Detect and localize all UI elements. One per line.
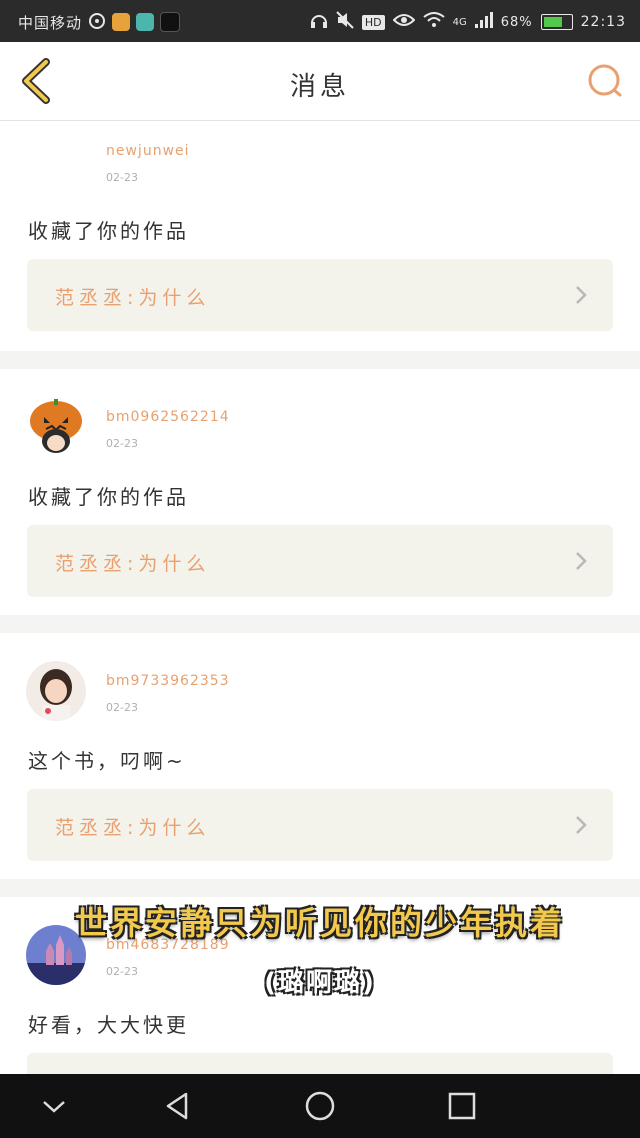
chevron-right-icon	[575, 551, 587, 571]
username[interactable]: bm9733962353	[106, 673, 230, 689]
quoted-work[interactable]: 范丞丞:为什么	[27, 525, 613, 597]
back-triangle-icon[interactable]	[162, 1090, 194, 1122]
video-app-icon	[136, 13, 155, 31]
username[interactable]: bm0962562214	[106, 409, 230, 425]
recents-square-icon[interactable]	[446, 1090, 478, 1122]
wifi-icon	[422, 12, 445, 32]
weibo-icon	[88, 11, 106, 33]
quoted-work-title: 范丞丞:为什么	[55, 553, 211, 575]
username[interactable]: newjunwei	[106, 143, 190, 159]
search-icon[interactable]	[586, 62, 624, 100]
carrier-name: 中国移动	[18, 13, 83, 32]
battery-icon	[540, 14, 573, 30]
message-date: 02-23	[106, 437, 138, 450]
overlay-caption: 世界安静只为听见你的少年执着	[74, 904, 565, 942]
message-text: 收藏了你的作品	[28, 485, 189, 509]
chevron-right-icon	[575, 285, 587, 305]
network-type: 4G	[452, 16, 467, 28]
quoted-work[interactable]: 范丞丞:为什么	[27, 259, 613, 331]
system-nav-bar	[0, 1074, 640, 1138]
overlay-caption-sub: (璐啊璐)	[264, 968, 376, 998]
message-card: bm9733962353 02-23 这个书，叼啊~ 范丞丞:为什么	[0, 633, 640, 879]
message-date: 02-23	[106, 171, 138, 184]
top-nav-bar: 消息	[0, 42, 640, 121]
message-date: 02-23	[106, 701, 138, 714]
clock: 22:13	[580, 14, 626, 30]
quoted-work-title: 范丞丞:为什么	[55, 287, 211, 309]
message-text: 这个书，叼啊~	[28, 749, 186, 773]
chevron-right-icon	[575, 815, 587, 835]
collapse-chevron-icon[interactable]	[38, 1090, 70, 1122]
avatar[interactable]	[26, 397, 86, 457]
avatar[interactable]	[26, 661, 86, 721]
message-card: newjunwei 02-23 收藏了你的作品 范丞丞:为什么	[0, 121, 640, 351]
quoted-work-title: 范丞丞:为什么	[55, 817, 211, 839]
message-text: 收藏了你的作品	[28, 219, 189, 243]
eye-icon	[392, 12, 416, 32]
tiktok-icon	[160, 12, 181, 32]
message-card: bm0962562214 02-23 收藏了你的作品 范丞丞:为什么	[0, 369, 640, 615]
signal-icon	[474, 12, 493, 32]
home-circle-icon[interactable]	[304, 1090, 336, 1122]
weibo-icon	[112, 13, 131, 31]
hd-badge: HD	[361, 14, 385, 30]
mute-icon	[336, 11, 354, 33]
quoted-work[interactable]: 范丞丞:为什么	[27, 789, 613, 861]
message-text: 好看，大大快更	[28, 1013, 189, 1037]
status-bar: 中国移动 HD 4G 68% 22:13	[0, 0, 640, 42]
page-title: 消息	[289, 72, 350, 102]
headphone-icon	[310, 11, 328, 33]
battery-percent: 68%	[500, 14, 533, 30]
